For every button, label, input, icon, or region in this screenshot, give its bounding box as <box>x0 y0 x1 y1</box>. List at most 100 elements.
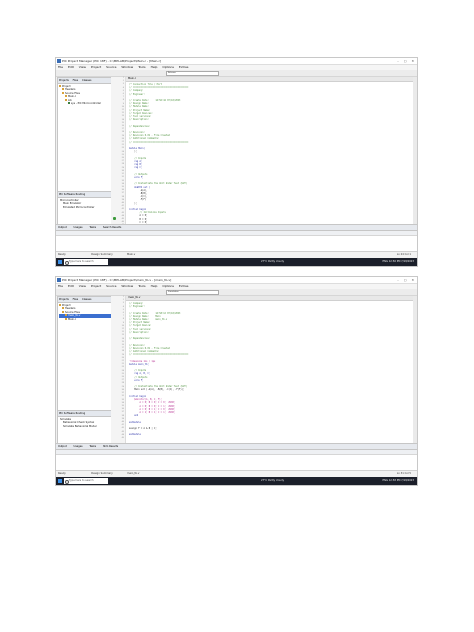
tab-projects[interactable]: Projects <box>59 79 69 82</box>
menu-tools[interactable]: Tools <box>138 65 145 69</box>
ide-status-bar: Ready Design Summary main_tb.v Ln 31 Col… <box>56 470 417 477</box>
title-bar: PIC Project Manager (PIC 18F) - C:\MPLAB… <box>56 277 417 284</box>
menu-view[interactable]: View <box>79 284 86 288</box>
menu-help[interactable]: Help <box>151 284 158 288</box>
menu-extras[interactable]: Extras <box>179 284 188 288</box>
tab-isim-results[interactable]: ISim Results <box>103 445 118 448</box>
tab-classes[interactable]: Classes <box>82 298 91 301</box>
menu-tools[interactable]: Tools <box>138 284 145 288</box>
process-item[interactable]: Emulated Microcontroller <box>59 206 111 209</box>
windows-taskbar: Type here to search 27°C Partly cloudy E… <box>56 477 417 485</box>
tab-projects[interactable]: Projects <box>59 298 69 301</box>
menu-source[interactable]: Source <box>106 284 116 288</box>
taskbar-search[interactable]: Type here to search <box>64 259 108 265</box>
app-icon <box>57 59 61 63</box>
windows-taskbar: Type here to search 27°C Partly cloudy E… <box>56 258 417 266</box>
line-number-gutter: 1 2 3 4 5 6 7 8 9 10 11 12 13 14 15 16 17 18 19 20 21 22 23 24 2… <box>111 296 126 444</box>
process-item[interactable]: Simulate Behavioral Model <box>59 425 111 428</box>
menu-file[interactable]: File <box>58 65 63 69</box>
folder-icon <box>62 310 64 313</box>
tab-usages[interactable]: Usages <box>73 445 82 448</box>
search-icon <box>65 479 69 484</box>
menu-help[interactable]: Help <box>151 65 158 69</box>
taskbar-search-placeholder: Type here to search <box>69 260 94 263</box>
processes-list: Simulate Behavioral Check Syntax Simulate … <box>58 417 111 428</box>
system-tray-clock[interactable]: ENG 12:56 PM 7/18/2023 <box>383 258 414 266</box>
file-icon <box>65 317 67 320</box>
menu-window[interactable]: Window <box>121 284 133 288</box>
tree-item-label: Main.c <box>68 317 77 321</box>
toolbar: Release <box>56 70 417 85</box>
tab-files[interactable]: Files <box>73 79 79 82</box>
window-controls[interactable]: – ▢ ✕ <box>397 277 416 283</box>
configuration-select[interactable]: Release <box>166 71 219 76</box>
tab-tasks[interactable]: Tasks <box>89 445 96 448</box>
output-console[interactable] <box>56 449 417 471</box>
line-numbers: 1 2 3 4 5 6 7 8 9 10 11 12 13 14 15 16 17 18 19 20 21 22 23 24 2… <box>111 296 125 440</box>
status-text: Ready <box>58 472 66 475</box>
project-panel: Projects Files Classes Project Headers Sou… <box>57 77 112 225</box>
weather-widget[interactable]: 27°C Partly cloudy <box>261 258 284 266</box>
title-bar: PIC Project Manager (PIC 18F) - C:\MPLAB… <box>56 58 417 65</box>
project-panel: Projects Files Classes Project Headers Sou… <box>57 296 112 444</box>
folder-icon <box>62 307 64 310</box>
status-design-summary[interactable]: Design Summary <box>91 472 113 475</box>
status-design-summary[interactable]: Design Summary <box>91 253 113 256</box>
menu-options[interactable]: Options <box>162 284 174 288</box>
tab-files[interactable]: Files <box>73 298 79 301</box>
windows-start-icon[interactable] <box>58 260 62 264</box>
processes-list: Microcontroller Main Emulator Emulated Mic… <box>58 198 111 209</box>
output-console[interactable] <box>56 230 417 252</box>
tab-search-results[interactable]: Search Results <box>103 226 121 229</box>
folder-icon <box>62 88 64 91</box>
taskbar-apps <box>116 479 260 486</box>
tree-item[interactable]: Main.c <box>59 317 111 321</box>
tab-usages[interactable]: Usages <box>73 226 82 229</box>
window-title: PIC Project Manager (PIC 18F) - C:\MPLAB… <box>62 59 162 63</box>
status-text: Ready <box>58 253 66 256</box>
status-file[interactable]: Main.v <box>127 253 135 256</box>
tab-classes[interactable]: Classes <box>82 79 91 82</box>
code-editor[interactable]: Main.c /* Connection file / Port// =====… <box>126 77 413 225</box>
tab-output[interactable]: Output <box>58 226 67 229</box>
code-editor[interactable]: main_tb.v // Company:// Engineer: // Cre… <box>126 296 413 444</box>
breakpoint-icon[interactable] <box>113 217 116 220</box>
tree-item[interactable]: sys - PIC Microcontroller <box>59 102 111 105</box>
vertical-scrollbar[interactable] <box>413 296 417 444</box>
search-icon <box>65 260 69 265</box>
system-tray-clock[interactable]: ENG 12:58 PM 7/18/2023 <box>383 477 414 485</box>
menu-window[interactable]: Window <box>121 65 133 69</box>
menu-extras[interactable]: Extras <box>179 65 188 69</box>
menu-project[interactable]: Project <box>91 284 101 288</box>
menu-edit[interactable]: Edit <box>68 65 74 69</box>
project-tree: Project Headers Source Files Main.c Lib sys -… <box>58 84 111 105</box>
menu-file[interactable]: File <box>58 284 63 288</box>
processes-panel: PIC Software Routing Microcontroller Main… <box>58 191 111 224</box>
line-number-gutter: 1 2 3 4 5 6 7 8 9 10 11 12 13 14 15 16 17 18 19 20 21 22 23 24 2… <box>111 77 126 233</box>
menu-options[interactable]: Options <box>162 65 174 69</box>
menu-edit[interactable]: Edit <box>68 284 74 288</box>
toolbar: Simulation <box>56 289 417 304</box>
status-file[interactable]: main_tb.v <box>127 472 139 475</box>
ide-screenshot-2: PIC Project Manager (PIC 18F) - C:\MPLAB… <box>55 276 418 486</box>
weather-widget[interactable]: 27°C Partly cloudy <box>261 477 284 485</box>
menu-source[interactable]: Source <box>106 65 116 69</box>
window-controls[interactable]: – ▢ ✕ <box>397 58 416 64</box>
windows-start-icon[interactable] <box>58 479 62 483</box>
menu-view[interactable]: View <box>79 65 86 69</box>
configuration-select[interactable]: Simulation <box>166 290 219 295</box>
code-content[interactable]: /* Connection file / Port// ============… <box>126 82 413 225</box>
folder-icon <box>62 91 64 94</box>
taskbar-search-placeholder: Type here to search <box>69 479 94 482</box>
folder-icon <box>59 304 61 306</box>
file-icon <box>65 95 67 98</box>
taskbar-search[interactable]: Type here to search <box>64 478 108 484</box>
tab-tasks[interactable]: Tasks <box>89 226 96 229</box>
vertical-scrollbar[interactable] <box>413 77 417 225</box>
code-content[interactable]: // Company:// Engineer: // Create Date: … <box>126 301 413 444</box>
line-numbers: 1 2 3 4 5 6 7 8 9 10 11 12 13 14 15 16 17 18 19 20 21 22 23 24 2… <box>111 77 125 234</box>
tree-item-label: sys - PIC Microcontroller <box>71 102 102 106</box>
window-title: PIC Project Manager (PIC 18F) - C:\MPLAB… <box>62 278 172 282</box>
tab-output[interactable]: Output <box>58 445 67 448</box>
menu-project[interactable]: Project <box>91 65 101 69</box>
